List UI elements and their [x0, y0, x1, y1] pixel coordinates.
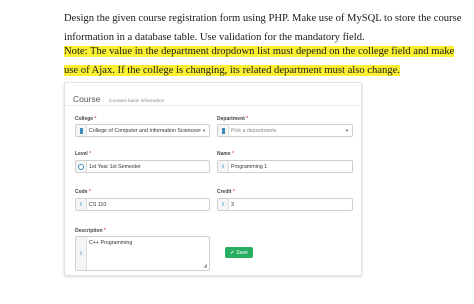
info-icon: i	[218, 199, 229, 210]
bookmark-icon	[79, 127, 83, 134]
code-label: Code *	[75, 189, 91, 195]
level-label: Level *	[75, 151, 92, 157]
level-addon	[76, 161, 87, 172]
description-textarea[interactable]: i C++ Programming ◢	[75, 236, 210, 271]
radio-icon	[78, 163, 84, 170]
description-label: Description *	[75, 228, 106, 234]
code-input[interactable]: i CS 110	[75, 198, 210, 211]
header-divider	[65, 105, 361, 106]
credit-label: Credit *	[217, 189, 235, 195]
question-line-1: Design the given course registration for…	[64, 13, 462, 24]
description-value: C++ Programming	[89, 240, 133, 246]
clear-icon[interactable]: ×	[198, 125, 201, 137]
form-title: Course	[73, 94, 101, 104]
level-select[interactable]: 1st Year 1st Semester	[75, 160, 210, 173]
college-select[interactable]: College of Computer and Information Scie…	[75, 124, 210, 137]
department-addon	[218, 125, 229, 136]
name-value: Programming 1	[231, 164, 268, 170]
bookmark-icon	[221, 127, 225, 134]
check-icon: ✔	[230, 249, 235, 256]
college-label: College *	[75, 116, 97, 122]
highlighted-note: Note: The value in the department dropdo…	[64, 46, 455, 76]
code-value: CS 110	[89, 202, 107, 208]
department-select[interactable]: Pick a departments ▼	[217, 124, 353, 137]
resize-handle-icon[interactable]: ◢	[203, 263, 207, 269]
level-value: 1st Year 1st Semester	[89, 164, 141, 170]
chevron-down-icon: ▼	[202, 128, 206, 133]
info-icon: i	[76, 199, 87, 210]
name-input[interactable]: i Programming 1	[217, 160, 353, 173]
credit-input[interactable]: i 3	[217, 198, 353, 211]
credit-value: 3	[231, 202, 234, 208]
save-label: Save	[236, 249, 248, 256]
name-label: Name *	[217, 151, 234, 157]
info-icon: i	[76, 237, 87, 270]
department-label: Department *	[217, 116, 249, 122]
question-note: Note: The value in the department dropdo…	[64, 42, 464, 80]
course-form-card: Course Courses basic information College…	[64, 82, 362, 276]
form-subtitle: Courses basic information	[108, 99, 165, 104]
college-addon	[76, 125, 87, 136]
chevron-down-icon: ▼	[345, 128, 349, 133]
info-icon: i	[218, 161, 229, 172]
department-placeholder: Pick a departments	[231, 128, 277, 134]
save-button[interactable]: ✔ Save	[225, 247, 253, 258]
college-value: College of Computer and Information Scie…	[89, 128, 199, 134]
